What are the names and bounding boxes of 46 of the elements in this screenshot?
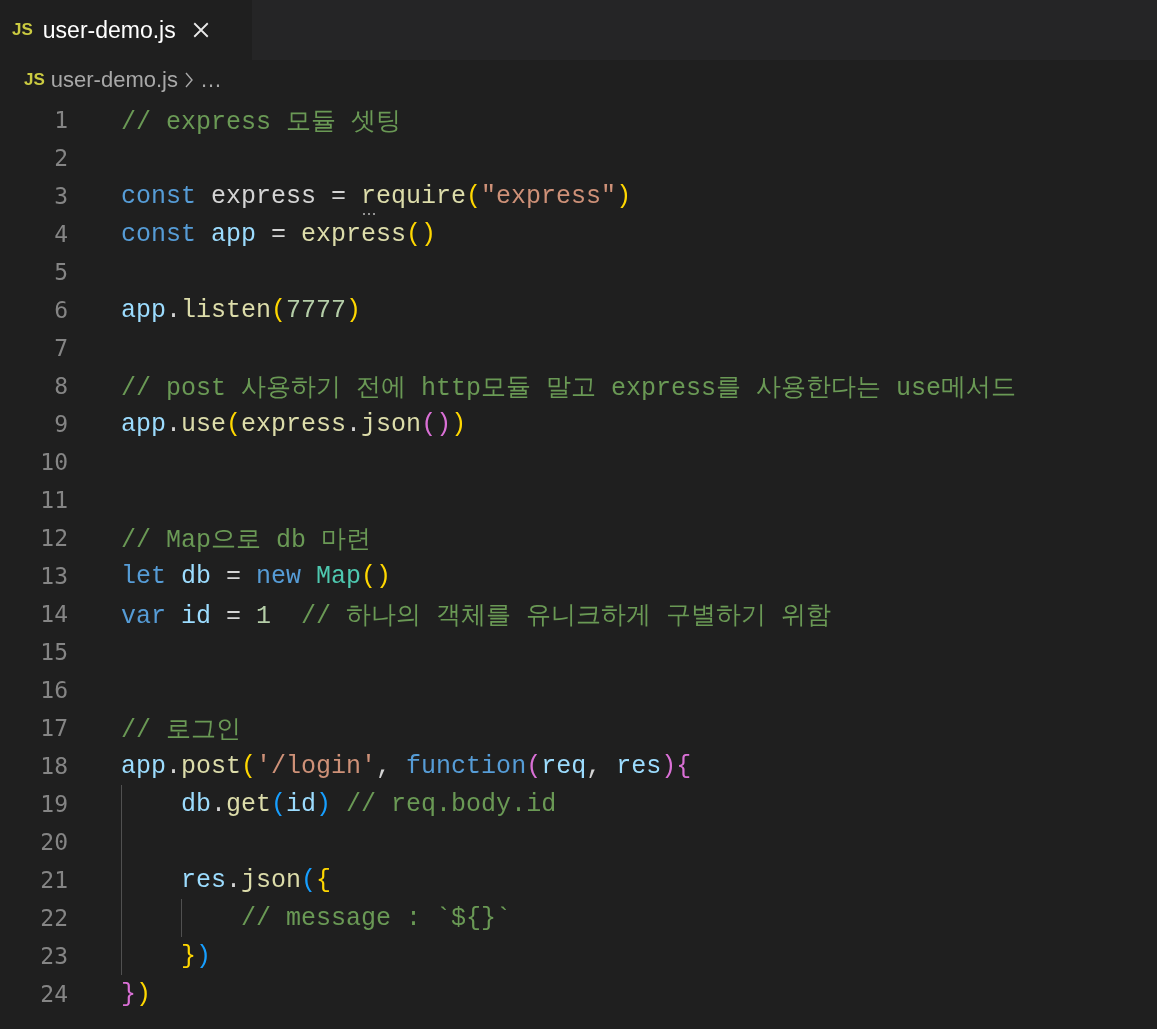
line-number: 18 (39, 753, 68, 779)
line-number: 9 (53, 411, 68, 437)
line-number: 13 (39, 563, 68, 589)
line-number: 20 (39, 829, 68, 855)
code-line: const express = require("express") (121, 181, 632, 211)
code-line: var id = 1 // 하나의 객체를 유니크하게 구별하기 위함 (121, 600, 832, 631)
chevron-right-icon (183, 72, 194, 88)
line-number: 15 (39, 639, 68, 665)
line-number: 16 (39, 677, 68, 703)
line-number: 10 (39, 449, 68, 475)
line-number: 14 (39, 601, 68, 627)
code-line: const app = express() (121, 219, 437, 249)
line-number: 7 (53, 335, 68, 361)
code-line: // Map으로 db 마련 (121, 524, 372, 555)
breadcrumb-file[interactable]: user-demo.js (50, 67, 178, 93)
code-line: app.post('/login', function(req, res){ (121, 751, 692, 781)
line-number: 3 (53, 183, 68, 209)
code-line: app.use(express.json()) (121, 409, 467, 439)
code-line: // message : `${}` (240, 903, 512, 933)
line-number: 8 (53, 373, 68, 399)
code-line: // 로그인 (121, 714, 241, 745)
code-line: // express 모듈 셋팅 (121, 106, 402, 137)
code-line: app.listen(7777) (121, 295, 362, 325)
line-number: 17 (39, 715, 68, 741)
code-line: res.json({ (180, 865, 332, 895)
js-file-icon: JS (24, 70, 45, 90)
line-number: 1 (53, 107, 68, 133)
line-number: 11 (39, 487, 68, 513)
line-number: 4 (53, 221, 68, 247)
breadcrumb-more[interactable]: … (199, 67, 222, 93)
line-number: 23 (39, 943, 68, 969)
line-number: 5 (53, 259, 68, 285)
code-line: // post 사용하기 전에 http모듈 말고 express를 사용한다는 use메서드 (121, 372, 1017, 403)
line-number: 12 (39, 525, 68, 551)
line-number: 2 (53, 145, 68, 171)
line-number: 21 (39, 867, 68, 893)
line-number: 24 (39, 981, 68, 1007)
editor-tab[interactable]: JS user-demo.js (0, 0, 252, 60)
close-icon[interactable] (191, 21, 210, 39)
line-number: 22 (39, 905, 68, 931)
code-line: db.get(id) // req.body.id (180, 789, 557, 819)
line-number: 19 (39, 791, 68, 817)
code-line: }) (180, 941, 212, 971)
code-line: }) (121, 979, 152, 1009)
code-line: let db = new Map() (121, 561, 392, 591)
line-number: 6 (53, 297, 68, 323)
